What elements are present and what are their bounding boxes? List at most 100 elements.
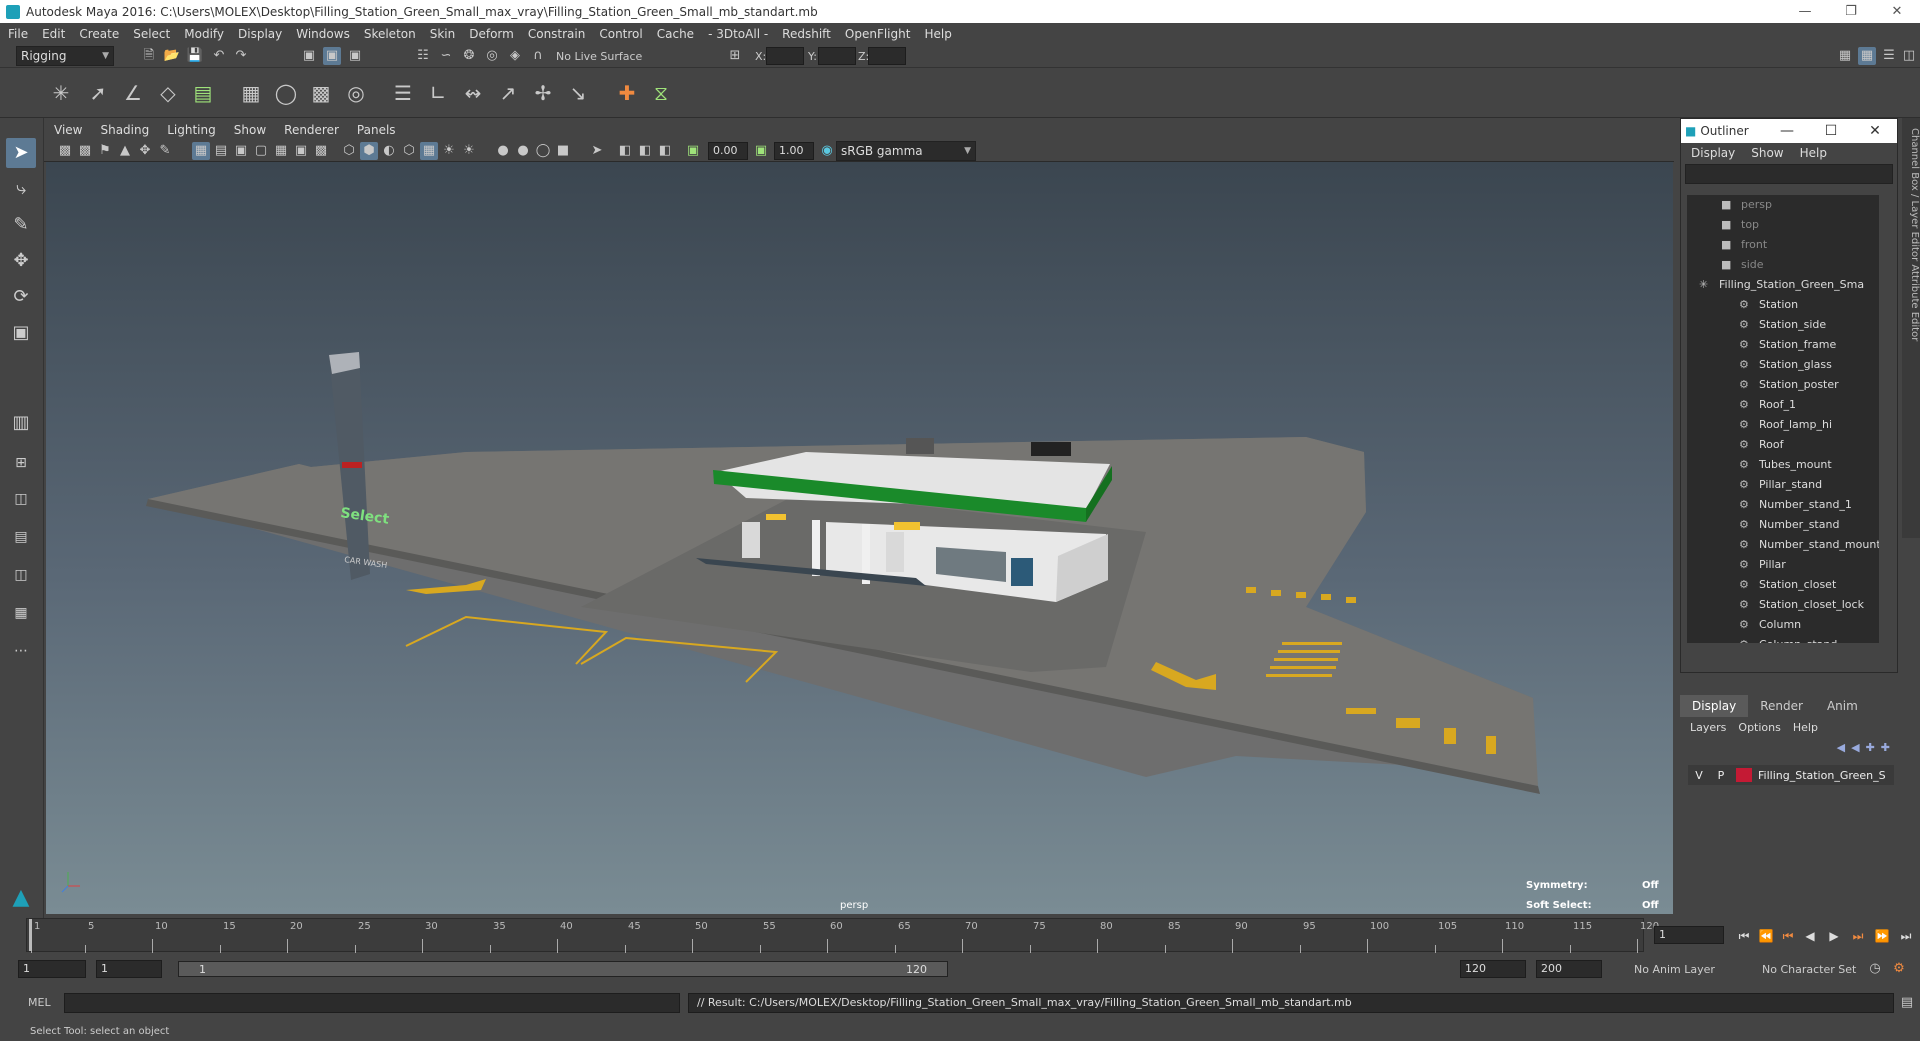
outliner-mesh-item[interactable]: ⚙ Station_side	[1739, 315, 1826, 335]
select-object-icon[interactable]: ▣	[323, 47, 341, 65]
outliner-camera-item[interactable]: ■ persp	[1721, 195, 1772, 215]
hypershade-layout-icon[interactable]: ▦	[6, 598, 36, 628]
menu-set-dropdown[interactable]: Rigging ▼	[16, 46, 114, 66]
grid-toggle-icon[interactable]: ▦	[192, 142, 210, 160]
xray-components-icon[interactable]: ◧	[656, 142, 674, 160]
outliner-camera-item[interactable]: ■ top	[1721, 215, 1759, 235]
open-scene-icon[interactable]: 📂	[163, 47, 181, 65]
transform-mode-icon[interactable]: ⊞	[726, 47, 744, 65]
time-slider[interactable]: 1 5 10 15 20 25 30 35 40 45 50 55 60 65 70 75 80 85 90 95 10…	[0, 918, 1920, 954]
close-icon[interactable]: ✕	[1853, 123, 1897, 139]
anti-aliasing-icon[interactable]: ◯	[534, 142, 552, 160]
outliner-search-input[interactable]	[1685, 164, 1893, 184]
outliner-mesh-item[interactable]: ⚙ Roof_1	[1739, 395, 1796, 415]
outliner-camera-item[interactable]: ■ side	[1721, 255, 1764, 275]
outliner-mesh-item[interactable]: ⚙ Number_stand_mount	[1739, 535, 1879, 555]
time-ruler[interactable]: 1 5 10 15 20 25 30 35 40 45 50 55 60 65 70 75 80 85 90 95 10…	[26, 918, 1659, 953]
z-field[interactable]	[868, 47, 906, 65]
tab-render[interactable]: Render	[1748, 695, 1815, 717]
snap-curve-icon[interactable]: ∽	[437, 47, 455, 65]
panel-menu-view[interactable]: View	[54, 123, 82, 137]
play-forwards-icon[interactable]: ▶	[1824, 926, 1844, 946]
save-scene-icon[interactable]: 💾	[186, 47, 204, 65]
bookmark-icon[interactable]: ⚑	[96, 142, 114, 160]
redo-icon[interactable]: ↷	[232, 47, 250, 65]
layer-playback-toggle[interactable]: P	[1710, 769, 1732, 782]
outliner-mesh-item[interactable]: ⚙ Pillar	[1739, 555, 1786, 575]
outliner-mesh-item[interactable]: ⚙ Station	[1739, 295, 1798, 315]
image-plane-icon[interactable]: ▲	[116, 142, 134, 160]
select-component-icon[interactable]: ▣	[346, 47, 364, 65]
restore-icon[interactable]: ❐	[1828, 0, 1874, 23]
menu-select[interactable]: Select	[133, 27, 170, 41]
menu-redshift[interactable]: Redshift	[782, 27, 831, 41]
outliner-mesh-item[interactable]: ⚙ Pillar_stand	[1739, 475, 1822, 495]
magnet-icon[interactable]: ∩	[529, 47, 547, 65]
new-layer-icon[interactable]: ✚	[1866, 741, 1875, 754]
undo-icon[interactable]: ↶	[210, 47, 228, 65]
script-editor-icon[interactable]: ▤	[1898, 994, 1916, 1012]
gamma-icon[interactable]: ▣	[752, 142, 770, 160]
end-time-field[interactable]: 200	[1536, 960, 1602, 978]
paint-select-icon[interactable]: ✎	[6, 210, 36, 240]
maximize-icon[interactable]: ☐	[1809, 123, 1853, 139]
outliner-mesh-item[interactable]: ⚙ Number_stand	[1739, 515, 1839, 535]
exposure-icon[interactable]: ▣	[684, 142, 702, 160]
menu-edit[interactable]: Edit	[42, 27, 65, 41]
orient-constraint-icon[interactable]: ↭	[458, 77, 488, 109]
camera-select-icon[interactable]: ▩	[56, 142, 74, 160]
lattice-icon[interactable]: ▦	[236, 77, 266, 109]
tab-anim[interactable]: Anim	[1815, 695, 1870, 717]
wrap-deformer-icon[interactable]: ▩	[306, 77, 336, 109]
rotate-tool-icon[interactable]: ⟳	[6, 282, 36, 312]
smooth-shade-icon[interactable]: ⬢	[360, 142, 378, 160]
menu-help[interactable]: Help	[924, 27, 951, 41]
snap-point-icon[interactable]: ❂	[460, 47, 478, 65]
play-backwards-icon[interactable]: ◀	[1800, 926, 1820, 946]
snap-grid-icon[interactable]: ☷	[414, 47, 432, 65]
outliner-mesh-item[interactable]: ⚙ Station_closet	[1739, 575, 1836, 595]
current-time-marker[interactable]	[29, 919, 32, 951]
outliner-toggle-icon[interactable]: ☰	[1880, 47, 1898, 65]
command-input[interactable]	[64, 993, 680, 1013]
single-perspective-layout-icon[interactable]: ▥	[6, 408, 36, 438]
minimize-icon[interactable]: —	[1782, 0, 1828, 23]
camera-attributes-icon[interactable]: ▩	[76, 142, 94, 160]
outliner-mesh-item[interactable]: ⚙ Column	[1739, 615, 1801, 635]
menu-skin[interactable]: Skin	[430, 27, 456, 41]
layer-menu-options[interactable]: Options	[1738, 721, 1780, 734]
shadows-icon[interactable]: ☀	[460, 142, 478, 160]
wireframe-icon[interactable]: ⬡	[340, 142, 358, 160]
gamma-field[interactable]: 1.00	[774, 142, 814, 160]
panel-menu-panels[interactable]: Panels	[357, 123, 396, 137]
menu-display[interactable]: Display	[238, 27, 282, 41]
color-management-icon[interactable]: ◉	[818, 142, 836, 160]
start-time-field[interactable]: 1	[18, 960, 86, 978]
ik-handle-icon[interactable]: ➚	[83, 77, 113, 109]
exposure-field[interactable]: 0.00	[708, 142, 748, 160]
outliner-camera-item[interactable]: ■ front	[1721, 235, 1767, 255]
layer-menu-help[interactable]: Help	[1793, 721, 1818, 734]
outliner-mesh-item[interactable]: ⚙ Station_poster	[1739, 375, 1839, 395]
menu-constrain[interactable]: Constrain	[528, 27, 586, 41]
outliner-menu-help[interactable]: Help	[1800, 146, 1827, 160]
panel-menu-lighting[interactable]: Lighting	[167, 123, 216, 137]
gate-mask-icon[interactable]: ▢	[252, 142, 270, 160]
layer-visibility-toggle[interactable]: V	[1688, 769, 1710, 782]
menu-openflight[interactable]: OpenFlight	[845, 27, 911, 41]
move-layer-down-icon[interactable]: ◀	[1851, 741, 1859, 754]
persp-outliner-layout-icon[interactable]: ◫	[6, 484, 36, 514]
outliner-mesh-item[interactable]: ⚙ Tubes_mount	[1739, 455, 1832, 475]
menu-control[interactable]: Control	[599, 27, 642, 41]
film-gate-icon[interactable]: ▤	[212, 142, 230, 160]
menu-windows[interactable]: Windows	[296, 27, 350, 41]
layer-row[interactable]: V P Filling_Station_Green_S	[1688, 765, 1894, 785]
locator-icon[interactable]: ✚	[612, 77, 642, 109]
new-layer-selected-icon[interactable]: ✚	[1881, 741, 1890, 754]
xray-joints-icon[interactable]: ◧	[636, 142, 654, 160]
x-field[interactable]	[766, 47, 804, 65]
outliner-mesh-item[interactable]: ⚙ Station_frame	[1739, 335, 1836, 355]
playback-end-field[interactable]: 120	[1460, 960, 1526, 978]
step-forward-frame-icon[interactable]: ⏭	[1848, 926, 1868, 946]
view-transform-dropdown[interactable]: sRGB gamma ▼	[836, 141, 976, 161]
